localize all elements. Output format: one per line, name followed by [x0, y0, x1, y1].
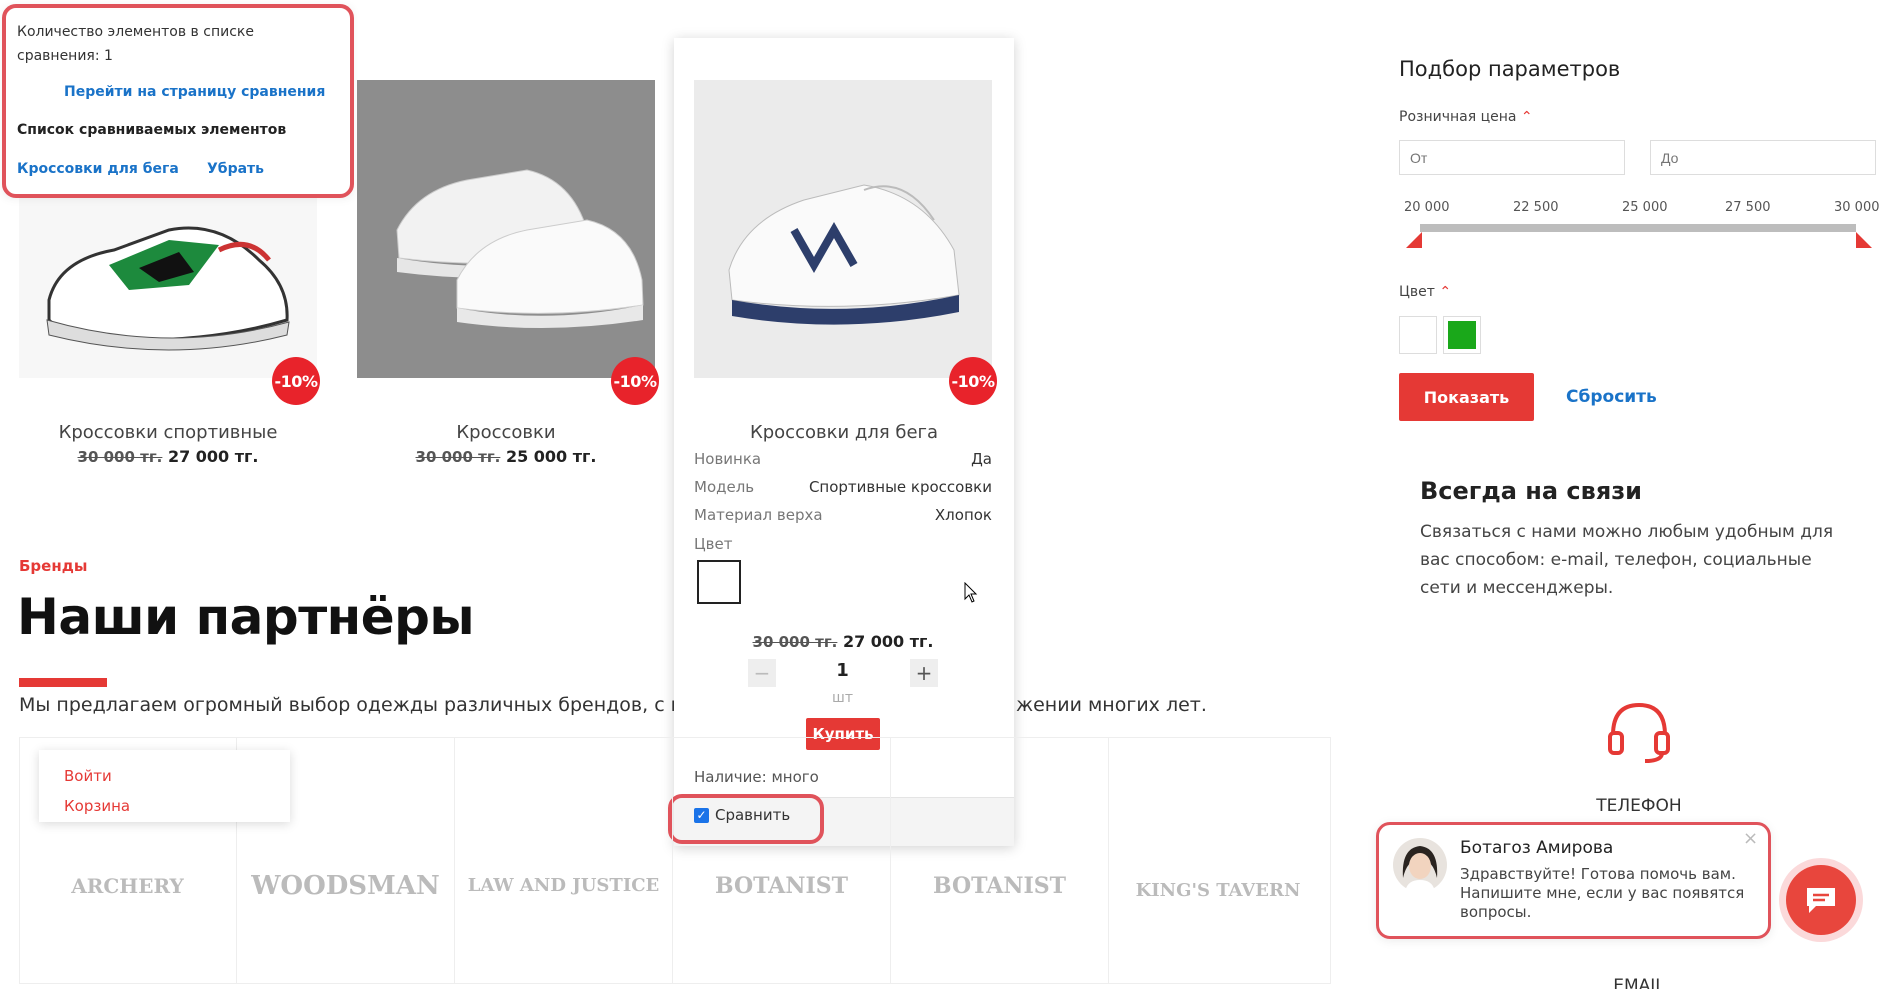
login-link[interactable]: Войти	[64, 767, 112, 785]
tick-label: 25 000	[1622, 200, 1668, 215]
price-slider-track[interactable]	[1420, 224, 1856, 232]
compare-popup-highlight	[2, 4, 354, 198]
discount-badge: -10%	[272, 357, 320, 405]
contact-title: Всегда на связи	[1420, 477, 1642, 505]
logo-cell[interactable]: LAW AND JUSTICE	[455, 737, 673, 984]
chat-close-icon[interactable]: ×	[1743, 828, 1758, 849]
product-image-2[interactable]	[357, 80, 655, 378]
brand-logo-botanist: BOTANIST	[932, 872, 1067, 899]
color-swatch-white[interactable]	[697, 560, 741, 604]
price-to-input[interactable]	[1650, 140, 1876, 175]
slider-handle-min[interactable]	[1406, 232, 1422, 248]
brand-logo-kings-tavern: KING'S TAVERN	[1135, 880, 1301, 901]
color-label: Цвет	[694, 535, 733, 553]
qty-unit: шт	[832, 690, 853, 706]
title-underline	[19, 678, 107, 687]
prop-label: Модель	[694, 478, 755, 496]
chat-launcher-button[interactable]	[1779, 858, 1863, 942]
logo-cell[interactable]: BOTANIST	[673, 737, 891, 984]
headset-icon	[1608, 702, 1670, 763]
slider-handle-max[interactable]	[1856, 232, 1872, 248]
avatar	[1393, 838, 1447, 892]
discount-badge: -10%	[611, 357, 659, 405]
discount-badge: -10%	[949, 357, 997, 405]
chat-icon	[1807, 888, 1835, 913]
product-title[interactable]: Кроссовки спортивные	[18, 422, 318, 443]
tick-label: 22 500	[1513, 200, 1559, 215]
tick-label: 27 500	[1725, 200, 1771, 215]
prop-value: Спортивные кроссовки	[808, 478, 992, 496]
cursor-icon	[964, 582, 978, 603]
reset-link[interactable]: Сбросить	[1566, 387, 1657, 407]
product-image-1[interactable]	[19, 190, 317, 378]
show-button[interactable]: Показать	[1399, 373, 1534, 421]
old-price: 30 000 тг.	[77, 448, 163, 466]
qty-plus-button[interactable]: +	[910, 659, 938, 687]
filter-title: Подбор параметров	[1399, 57, 1621, 81]
tick-label: 30 000	[1834, 200, 1880, 215]
logo-cell[interactable]: KING'S TAVERN	[1109, 737, 1327, 984]
prop-value: Хлопок	[934, 506, 992, 524]
chat-launcher-inner	[1786, 865, 1856, 935]
brand-logo-law: LAW AND JUSTICE	[467, 875, 660, 896]
product-price: 30 000 тг. 27 000 тг.	[694, 632, 992, 651]
chat-message: Здравствуйте! Готова помочь вам. Напишит…	[1460, 865, 1745, 921]
old-price: 30 000 тг.	[752, 633, 838, 651]
price-filter-label: Розничная цена	[1399, 109, 1517, 125]
brand-logo-botanist: BOTANIST	[714, 872, 849, 899]
qty-input[interactable]: 1	[800, 660, 885, 686]
product-image-3[interactable]	[694, 80, 992, 378]
price-from-input[interactable]	[1399, 140, 1625, 175]
brand-logo-archery: ARCHERY	[71, 873, 184, 898]
current-price: 27 000 тг.	[842, 632, 934, 651]
color-option-white[interactable]	[1399, 316, 1437, 354]
color-filter-label: Цвет	[1399, 284, 1435, 300]
chevron-up-icon: ⌃	[1439, 284, 1452, 300]
product-title[interactable]: Кроссовки	[356, 422, 656, 443]
chat-name: Ботагоз Амирова	[1460, 838, 1614, 858]
prop-label: Новинка	[694, 450, 762, 468]
current-price: 25 000 тг.	[505, 447, 597, 466]
brand-logo-woodsman: WOODSMAN	[251, 870, 440, 901]
qty-minus-button[interactable]: −	[748, 659, 776, 687]
brands-desc-tail: жении многих лет.	[1016, 694, 1207, 716]
price-filter-toggle[interactable]: Розничная цена ⌃	[1399, 109, 1533, 125]
email-label: EMAIL	[1613, 976, 1665, 989]
product-price: 30 000 тг. 25 000 тг.	[356, 447, 656, 466]
product-price: 30 000 тг. 27 000 тг.	[18, 447, 318, 466]
current-price: 27 000 тг.	[167, 447, 259, 466]
color-filter-toggle[interactable]: Цвет ⌃	[1399, 284, 1451, 300]
old-price: 30 000 тг.	[415, 448, 501, 466]
logo-cell[interactable]: BOTANIST	[891, 737, 1109, 984]
brands-eyebrow: Бренды	[19, 557, 88, 575]
green-swatch	[1448, 321, 1476, 349]
color-option-green[interactable]	[1443, 316, 1481, 354]
contact-text: Связаться с нами можно любым удобным для…	[1420, 522, 1834, 598]
prop-value: Да	[971, 450, 992, 468]
product-title[interactable]: Кроссовки для бега	[694, 422, 994, 443]
brands-desc: Мы предлагаем огромный выбор одежды разл…	[19, 694, 674, 716]
brands-title: Наши партнёры	[17, 588, 475, 646]
tick-label: 20 000	[1404, 200, 1450, 215]
cart-link[interactable]: Корзина	[64, 797, 130, 815]
chevron-up-icon: ⌃	[1520, 109, 1533, 125]
phone-label: ТЕЛЕФОН	[1596, 796, 1682, 816]
